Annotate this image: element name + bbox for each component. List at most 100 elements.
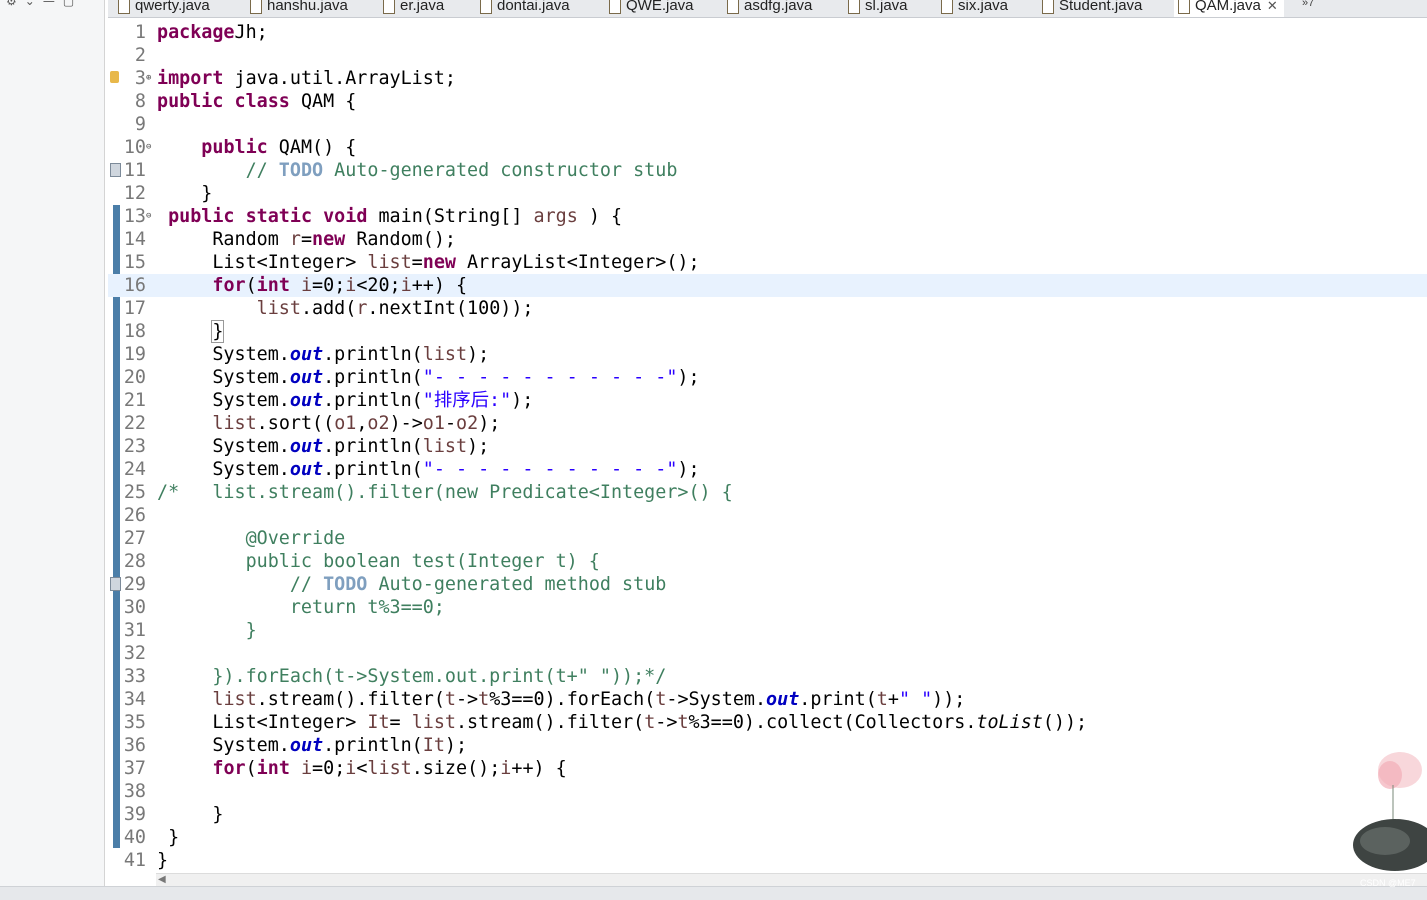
code-line[interactable]: 34 list.stream().filter(t->t%3==0).forEa… bbox=[108, 688, 1427, 711]
tab-sl[interactable]: sl.java bbox=[848, 0, 908, 17]
tab-six[interactable]: six.java bbox=[941, 0, 1008, 17]
code-text[interactable]: System.out.println(list); bbox=[157, 343, 489, 366]
code-line[interactable]: 23 System.out.println(list); bbox=[108, 435, 1427, 458]
code-line[interactable]: 11 // TODO Auto-generated constructor st… bbox=[108, 159, 1427, 182]
code-line[interactable]: 17 list.add(r.nextInt(100)); bbox=[108, 297, 1427, 320]
maximize-icon[interactable]: ▢ bbox=[63, 0, 74, 8]
code-line[interactable]: 28 public boolean test(Integer t) { bbox=[108, 550, 1427, 573]
code-line[interactable]: 18 } bbox=[108, 320, 1427, 343]
code-text[interactable]: } bbox=[157, 826, 179, 849]
code-text[interactable]: System.out.println(It); bbox=[157, 734, 467, 757]
code-text[interactable]: return t%3==0; bbox=[157, 596, 445, 619]
code-text[interactable]: list.sort((o1,o2)->o1-o2); bbox=[157, 412, 500, 435]
code-token: System. bbox=[157, 367, 290, 388]
code-line[interactable]: 27 @Override bbox=[108, 527, 1427, 550]
code-text[interactable]: List<Integer> It= list.stream().filter(t… bbox=[157, 711, 1087, 734]
code-text[interactable]: Random r=new Random(); bbox=[157, 228, 456, 251]
code-text[interactable]: List<Integer> list=new ArrayList<Integer… bbox=[157, 251, 699, 274]
code-line[interactable]: 21 System.out.println("排序后:"); bbox=[108, 389, 1427, 412]
code-text[interactable]: packageJh; bbox=[157, 21, 268, 44]
tree-icon[interactable]: ⚙ bbox=[6, 0, 17, 8]
code-line[interactable]: 25 /* list.stream().filter(new Predicate<… bbox=[108, 481, 1427, 504]
tab-qwe[interactable]: QWE.java bbox=[609, 0, 694, 17]
tab-hanshu[interactable]: hanshu.java bbox=[250, 0, 348, 17]
code-token: return t%3==0; bbox=[157, 597, 445, 618]
code-text[interactable]: list.stream().filter(t->t%3==0).forEach(… bbox=[157, 688, 965, 711]
horizontal-scrollbar[interactable]: ◀ bbox=[156, 873, 1427, 887]
code-text[interactable]: import java.util.ArrayList; bbox=[157, 67, 456, 90]
code-text[interactable]: // TODO Auto-generated method stub bbox=[157, 573, 666, 596]
code-line[interactable]: 39 } bbox=[108, 803, 1427, 826]
expand-fold-icon[interactable]: ⊕ bbox=[146, 67, 151, 90]
code-line[interactable]: 31 } bbox=[108, 619, 1427, 642]
code-line[interactable]: 15 List<Integer> list=new ArrayList<Inte… bbox=[108, 251, 1427, 274]
code-line[interactable]: 30 return t%3==0; bbox=[108, 596, 1427, 619]
code-token: }).forEach(t->System.out.print(t+" "));*… bbox=[157, 666, 667, 687]
code-text[interactable]: public class QAM { bbox=[157, 90, 356, 113]
collapse-fold-icon[interactable]: ⊖ bbox=[146, 205, 151, 228]
code-text[interactable]: for(int i=0;i<list.size();i++) { bbox=[157, 757, 566, 780]
code-token: r bbox=[289, 229, 301, 250]
code-editor[interactable]: 1 packageJh; 2 3 ⊕ import java.util.ArrayList… bbox=[108, 18, 1427, 873]
tab-overflow-indicator[interactable]: »7 bbox=[1302, 0, 1314, 9]
tab-qwerty[interactable]: qwerty.java bbox=[118, 0, 210, 17]
code-line[interactable]: 8 public class QAM { bbox=[108, 90, 1427, 113]
code-text[interactable]: @Override bbox=[157, 527, 346, 550]
tab-asdfg[interactable]: asdfg.java bbox=[727, 0, 812, 17]
code-text[interactable]: public boolean test(Integer t) { bbox=[157, 550, 600, 573]
code-line[interactable]: 1 packageJh; bbox=[108, 21, 1427, 44]
code-text[interactable]: public QAM() { bbox=[157, 136, 356, 159]
code-line[interactable]: 33 }).forEach(t->System.out.print(t+" ")… bbox=[108, 665, 1427, 688]
tab-er[interactable]: er.java bbox=[383, 0, 444, 17]
tab-qam[interactable]: QAM.java ✕ bbox=[1174, 0, 1284, 17]
code-line[interactable]: 36 System.out.println(It); bbox=[108, 734, 1427, 757]
code-token: t bbox=[677, 712, 689, 733]
code-line[interactable]: 16 for(int i=0;i<20;i++) { bbox=[108, 274, 1427, 297]
code-line[interactable]: 13 ⊖ public static void main(String[] arg… bbox=[108, 205, 1427, 228]
code-line[interactable]: 26 bbox=[108, 504, 1427, 527]
code-line[interactable]: 37 for(int i=0;i<list.size();i++) { bbox=[108, 757, 1427, 780]
code-text[interactable]: System.out.println("- - - - - - - - - - … bbox=[157, 366, 699, 389]
code-token: ++) { bbox=[411, 275, 468, 296]
minimize-icon[interactable]: — bbox=[43, 0, 55, 8]
collapse-fold-icon[interactable]: ⊖ bbox=[146, 136, 151, 159]
code-text[interactable]: for(int i=0;i<20;i++) { bbox=[157, 274, 467, 297]
code-text[interactable]: } bbox=[157, 803, 223, 826]
code-text[interactable]: System.out.println(list); bbox=[157, 435, 489, 458]
code-line[interactable]: 2 bbox=[108, 44, 1427, 67]
code-line[interactable]: 35 List<Integer> It= list.stream().filte… bbox=[108, 711, 1427, 734]
code-line[interactable]: 40 } bbox=[108, 826, 1427, 849]
code-line[interactable]: 38 bbox=[108, 780, 1427, 803]
code-text[interactable]: System.out.println("- - - - - - - - - - … bbox=[157, 458, 699, 481]
code-line[interactable]: 3 ⊕ import java.util.ArrayList; bbox=[108, 67, 1427, 90]
code-text[interactable]: System.out.println("排序后:"); bbox=[157, 389, 533, 412]
code-line[interactable]: 32 bbox=[108, 642, 1427, 665]
code-text[interactable]: }).forEach(t->System.out.print(t+" "));*… bbox=[157, 665, 666, 688]
code-text[interactable]: } bbox=[157, 320, 225, 343]
code-text[interactable]: } bbox=[157, 182, 212, 205]
code-line[interactable]: 29 // TODO Auto-generated method stub bbox=[108, 573, 1427, 596]
code-line[interactable]: 20 System.out.println("- - - - - - - - -… bbox=[108, 366, 1427, 389]
code-text[interactable]: /* list.stream().filter(new Predicate<In… bbox=[157, 481, 733, 504]
code-line[interactable]: 9 bbox=[108, 113, 1427, 136]
status-bar bbox=[0, 886, 1427, 900]
code-text[interactable]: // TODO Auto-generated constructor stub bbox=[157, 159, 678, 182]
code-line[interactable]: 19 System.out.println(list); bbox=[108, 343, 1427, 366]
code-line[interactable]: 41} bbox=[108, 849, 1427, 872]
code-line[interactable]: 14 Random r=new Random(); bbox=[108, 228, 1427, 251]
tab-dontai[interactable]: dontai.java bbox=[480, 0, 570, 17]
code-text[interactable]: list.add(r.nextInt(100)); bbox=[157, 297, 534, 320]
code-token: .println( bbox=[323, 367, 423, 388]
code-line[interactable]: 10 ⊖ public QAM() { bbox=[108, 136, 1427, 159]
code-line[interactable]: 24 System.out.println("- - - - - - - - -… bbox=[108, 458, 1427, 481]
code-text[interactable]: } bbox=[157, 849, 168, 872]
code-text[interactable]: public static void main(String[] args ) … bbox=[157, 205, 622, 228]
code-line[interactable]: 22 list.sort((o1,o2)->o1-o2); bbox=[108, 412, 1427, 435]
tab-student[interactable]: Student.java bbox=[1042, 0, 1142, 17]
scroll-left-arrow-icon[interactable]: ◀ bbox=[158, 874, 166, 885]
menu-icon[interactable]: ⌄ bbox=[25, 0, 35, 8]
close-tab-icon[interactable]: ✕ bbox=[1267, 0, 1278, 17]
code-line[interactable]: 12 } bbox=[108, 182, 1427, 205]
code-text[interactable]: } bbox=[157, 619, 257, 642]
